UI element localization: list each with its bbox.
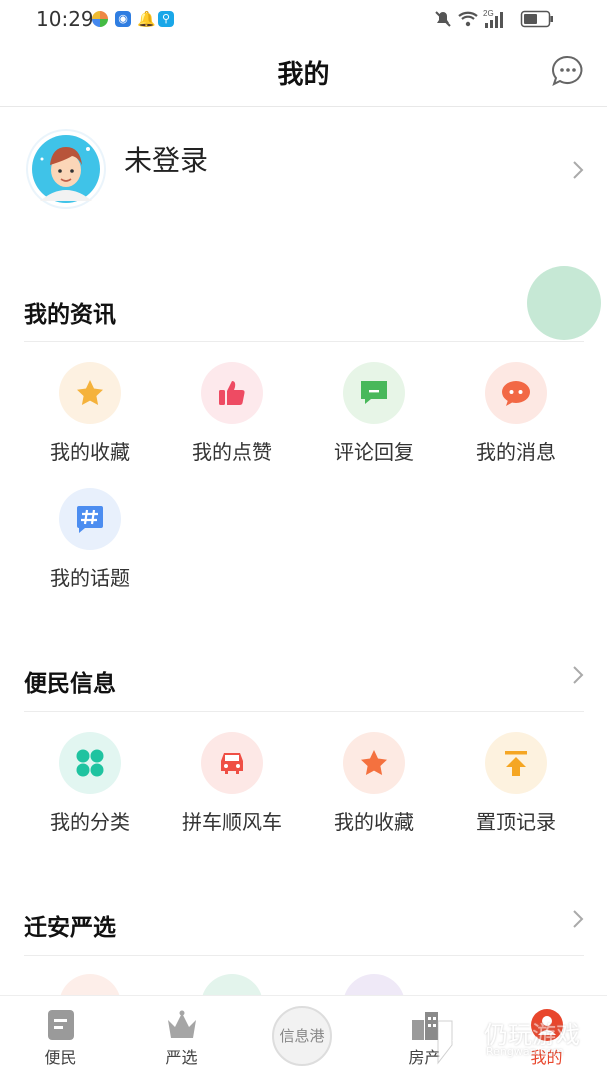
chevron-right-icon[interactable] <box>571 664 585 686</box>
page-title: 我的 <box>277 60 330 90</box>
tab-info-port[interactable]: 信息港 <box>272 1006 332 1066</box>
tab-label: 严选 <box>165 1048 198 1067</box>
chevron-right-icon[interactable] <box>571 159 585 181</box>
star-icon <box>59 362 121 424</box>
section-title-selection: 迁安严选 <box>24 915 116 941</box>
watermark: 仍玩游戏 Rengwan.com <box>434 1013 604 1073</box>
login-status[interactable]: 未登录 <box>124 139 208 179</box>
message-icon <box>485 362 547 424</box>
grid-item-favorites-convenience[interactable]: 我的收藏 <box>303 732 445 852</box>
grid-item-my-categories[interactable]: 我的分类 <box>19 732 161 852</box>
mute-bell-icon <box>435 11 451 27</box>
comment-icon <box>343 362 405 424</box>
search-app-icon: ⚲ <box>158 11 174 27</box>
grid-item-carpool[interactable]: 拼车顺风车 <box>161 732 303 852</box>
battery-icon <box>520 10 553 28</box>
grid-item-label: 拼车顺风车 <box>182 810 282 834</box>
tab-selection[interactable]: 严选 <box>121 996 242 1081</box>
grid-item-topics[interactable]: 我的话题 <box>19 488 161 608</box>
grid-item-pin-records[interactable]: 置顶记录 <box>445 732 587 852</box>
divider <box>24 341 584 342</box>
grid-item-label: 评论回复 <box>334 440 414 464</box>
chat-bubble-icon[interactable] <box>551 54 585 88</box>
category-icon <box>59 732 121 794</box>
colorful-app-icon <box>92 11 108 27</box>
status-right-icons: 2G <box>433 8 573 30</box>
grid-item-comment-replies[interactable]: 评论回复 <box>303 362 445 482</box>
grid-item-label: 我的分类 <box>50 810 130 834</box>
watermark-sub: Rengwan.com <box>486 1045 564 1058</box>
tab-convenience[interactable]: 便民 <box>0 996 121 1081</box>
profile-card[interactable]: 未登录 <box>0 107 607 237</box>
bulb-app-icon: ◉ <box>115 11 131 27</box>
chevron-right-icon[interactable] <box>571 908 585 930</box>
status-time: 10:29 <box>36 7 94 31</box>
grid-item-label: 我的收藏 <box>334 810 414 834</box>
grid-item-label: 置顶记录 <box>476 810 556 834</box>
tab-label: 便民 <box>44 1048 77 1067</box>
grid-item-label: 我的话题 <box>50 566 130 590</box>
grid-item-label: 我的消息 <box>476 440 556 464</box>
section-title-convenience: 便民信息 <box>24 671 116 697</box>
grid-item-favorites[interactable]: 我的收藏 <box>19 362 161 482</box>
grid-item-label: 我的收藏 <box>50 440 130 464</box>
wifi-icon <box>458 11 478 27</box>
qq-bell-icon: 🔔 <box>137 10 156 28</box>
divider <box>24 955 584 956</box>
grid-item-likes[interactable]: 我的点赞 <box>161 362 303 482</box>
avatar[interactable] <box>26 129 106 209</box>
pin-top-icon <box>485 732 547 794</box>
hashtag-icon <box>59 488 121 550</box>
star-icon <box>343 732 405 794</box>
floating-action-button[interactable] <box>527 266 601 340</box>
header-bar: 我的 <box>0 38 607 107</box>
notebook-icon <box>44 1008 78 1042</box>
status-bar: 10:29 ◉ 🔔 ⚲ 2G <box>0 0 607 38</box>
grid-item-messages[interactable]: 我的消息 <box>445 362 587 482</box>
thumbs-up-icon <box>201 362 263 424</box>
section-title-news: 我的资讯 <box>24 302 116 328</box>
crown-icon <box>165 1008 199 1042</box>
car-icon <box>201 732 263 794</box>
grid-item-label: 我的点赞 <box>192 440 272 464</box>
network-label: 2G <box>483 9 494 18</box>
divider <box>24 711 584 712</box>
watermark-logo <box>437 1020 476 1065</box>
